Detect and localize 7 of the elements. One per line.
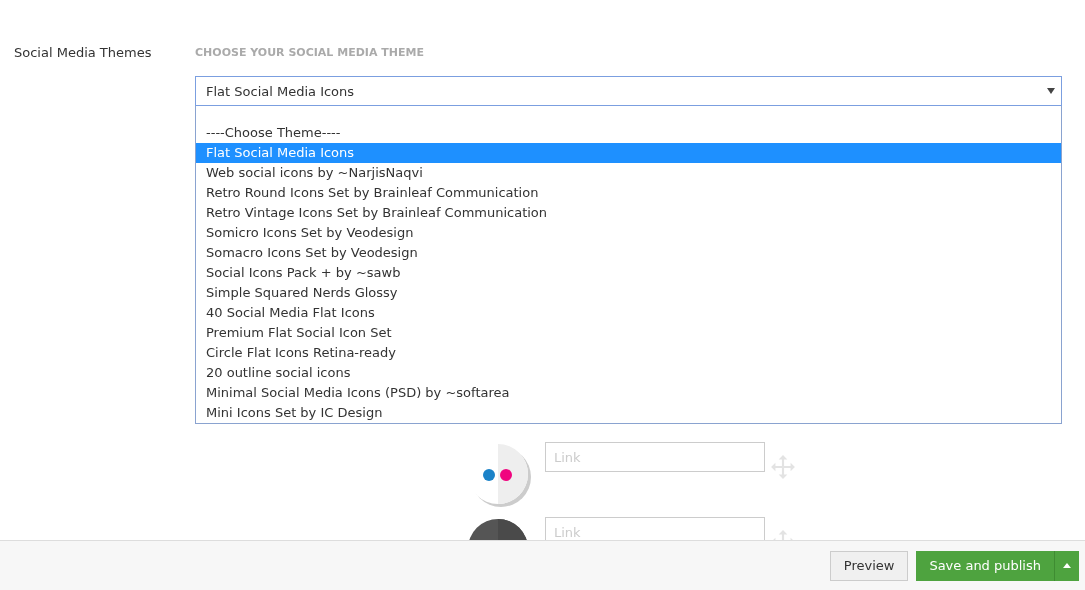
caret-up-icon [1063, 563, 1071, 568]
field-heading: CHOOSE YOUR SOCIAL MEDIA THEME [195, 45, 425, 61]
dropdown-caret-icon [1047, 88, 1055, 94]
theme-select[interactable]: Flat Social Media Icons [195, 76, 1062, 106]
publish-options-button[interactable] [1054, 550, 1079, 581]
preview-button[interactable]: Preview [829, 550, 909, 581]
section-label: Social Media Themes [14, 44, 153, 60]
